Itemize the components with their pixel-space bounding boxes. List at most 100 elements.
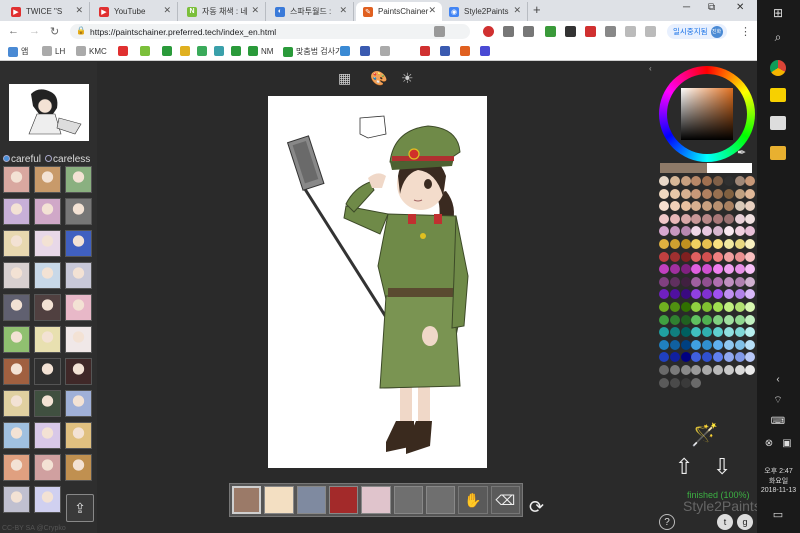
reload-icon[interactable]: ↻ bbox=[50, 25, 59, 38]
preset-color-dot[interactable] bbox=[659, 377, 669, 388]
preset-color-dot[interactable] bbox=[723, 201, 734, 212]
brightness-icon[interactable]: ☀ bbox=[401, 70, 414, 87]
reference-thumbnail[interactable] bbox=[3, 358, 30, 385]
mode-careless-option[interactable]: careless bbox=[45, 154, 90, 165]
color-swatch[interactable] bbox=[264, 486, 294, 514]
preset-color-dot[interactable] bbox=[680, 352, 691, 363]
reference-thumbnail[interactable] bbox=[65, 422, 92, 449]
preset-color-dot[interactable] bbox=[702, 176, 713, 186]
preset-color-dot[interactable] bbox=[745, 251, 756, 262]
preset-color-dot[interactable] bbox=[669, 339, 680, 350]
preset-color-dot[interactable] bbox=[659, 365, 669, 375]
preset-color-dot[interactable] bbox=[680, 327, 691, 338]
preset-color-dot[interactable] bbox=[734, 365, 745, 375]
bookmark-item[interactable] bbox=[440, 46, 450, 56]
preset-color-dot[interactable] bbox=[723, 226, 734, 237]
eraser-tool-button[interactable]: ⌫ bbox=[490, 486, 520, 514]
bookmark-item[interactable] bbox=[140, 46, 150, 56]
preset-color-dot[interactable] bbox=[745, 314, 756, 325]
close-tab-icon[interactable]: ✕ bbox=[75, 5, 83, 16]
preset-color-dot[interactable] bbox=[702, 251, 713, 262]
bookmark-item[interactable] bbox=[180, 46, 190, 56]
bookmark-item[interactable] bbox=[231, 46, 241, 56]
preset-color-dot[interactable] bbox=[713, 239, 723, 249]
bookmark-item[interactable]: LH bbox=[42, 46, 65, 56]
preset-color-dot[interactable] bbox=[669, 188, 680, 199]
preset-color-dot[interactable] bbox=[702, 188, 713, 199]
preset-color-dot[interactable] bbox=[723, 251, 734, 262]
close-tab-icon[interactable]: ✕ bbox=[513, 5, 521, 16]
preset-color-dot[interactable] bbox=[723, 365, 734, 375]
preset-color-dot[interactable] bbox=[680, 289, 691, 300]
reference-thumbnail[interactable] bbox=[34, 198, 61, 225]
preset-color-dot[interactable] bbox=[713, 264, 723, 275]
extension-icon[interactable] bbox=[605, 26, 616, 37]
preset-color-dot[interactable] bbox=[713, 213, 723, 224]
close-tab-icon[interactable]: ✕ bbox=[339, 5, 347, 16]
twitter-icon[interactable]: t bbox=[717, 514, 733, 530]
preset-color-dot[interactable] bbox=[734, 251, 745, 262]
preset-color-dot[interactable] bbox=[680, 365, 691, 375]
preset-color-dot[interactable] bbox=[659, 201, 669, 212]
preset-color-dot[interactable] bbox=[723, 239, 734, 249]
preset-color-dot[interactable] bbox=[745, 188, 756, 199]
file-explorer-icon[interactable] bbox=[770, 146, 786, 160]
reference-thumbnail[interactable] bbox=[34, 326, 61, 353]
preset-color-dot[interactable] bbox=[734, 188, 745, 199]
preset-color-dot[interactable] bbox=[702, 352, 713, 363]
tab-1[interactable]: ▶ TWICE "S ✕ bbox=[4, 2, 90, 21]
preset-color-dot[interactable] bbox=[659, 327, 669, 338]
preset-color-dot[interactable] bbox=[702, 226, 713, 237]
extension-icon[interactable] bbox=[585, 26, 596, 37]
tab-2[interactable]: ▶ YouTube ✕ bbox=[92, 2, 178, 21]
reference-thumbnail[interactable] bbox=[3, 486, 30, 513]
preset-color-dot[interactable] bbox=[669, 213, 680, 224]
preset-color-dot[interactable] bbox=[734, 213, 745, 224]
preset-color-dot[interactable] bbox=[659, 213, 669, 224]
preset-color-dot[interactable] bbox=[680, 276, 691, 287]
download-icon[interactable]: ⇩ bbox=[713, 454, 731, 480]
preset-color-dot[interactable] bbox=[659, 289, 669, 300]
refresh-colorize-button[interactable]: ⟳ bbox=[529, 497, 544, 518]
preset-color-dot[interactable] bbox=[669, 302, 680, 312]
palette-icon[interactable]: 🎨 bbox=[370, 70, 387, 87]
color-swatch[interactable] bbox=[329, 486, 359, 514]
color-swatch[interactable] bbox=[296, 486, 327, 514]
kakaotalk-taskbar-icon[interactable] bbox=[770, 88, 786, 102]
preset-color-dot[interactable] bbox=[680, 264, 691, 275]
close-tab-icon[interactable]: ✕ bbox=[251, 5, 259, 16]
preset-color-dot[interactable] bbox=[713, 365, 723, 375]
bookmark-item[interactable] bbox=[340, 46, 350, 56]
reference-thumbnail[interactable] bbox=[3, 230, 30, 257]
preset-color-dot[interactable] bbox=[691, 327, 702, 338]
bookmark-item[interactable] bbox=[214, 46, 224, 56]
preset-color-dot[interactable] bbox=[713, 289, 723, 300]
drawing-canvas[interactable] bbox=[268, 96, 487, 468]
preset-color-dot[interactable] bbox=[723, 213, 734, 224]
preset-color-dot[interactable] bbox=[713, 226, 723, 237]
preset-color-dot[interactable] bbox=[745, 289, 756, 300]
preset-color-dot[interactable] bbox=[691, 339, 702, 350]
preset-color-dot[interactable] bbox=[723, 176, 734, 186]
hand-tool-button[interactable]: ✋ bbox=[458, 486, 488, 514]
preset-color-dot[interactable] bbox=[669, 239, 680, 249]
tab-5[interactable]: ✎ PaintsChainer ✕ bbox=[356, 2, 442, 21]
preset-color-dot[interactable] bbox=[734, 176, 745, 186]
github-icon[interactable]: g bbox=[737, 514, 753, 530]
preset-color-dot[interactable] bbox=[734, 327, 745, 338]
preset-color-dot[interactable] bbox=[691, 239, 702, 249]
preset-color-dot[interactable] bbox=[713, 201, 723, 212]
share-upload-icon[interactable]: ⇧ bbox=[675, 454, 693, 480]
preset-color-dot[interactable] bbox=[659, 352, 669, 363]
color-swatch[interactable] bbox=[393, 486, 424, 514]
preset-color-dot[interactable] bbox=[713, 251, 723, 262]
preset-color-dot[interactable] bbox=[680, 201, 691, 212]
help-icon[interactable]: ? bbox=[659, 514, 675, 530]
bookmark-item[interactable] bbox=[380, 46, 390, 56]
preset-color-dot[interactable] bbox=[745, 302, 756, 312]
reference-thumbnail[interactable] bbox=[65, 198, 92, 225]
preset-color-dot[interactable] bbox=[669, 314, 680, 325]
preset-color-dot[interactable] bbox=[745, 352, 756, 363]
preset-color-dot[interactable] bbox=[734, 239, 745, 249]
preset-color-dot[interactable] bbox=[702, 365, 713, 375]
